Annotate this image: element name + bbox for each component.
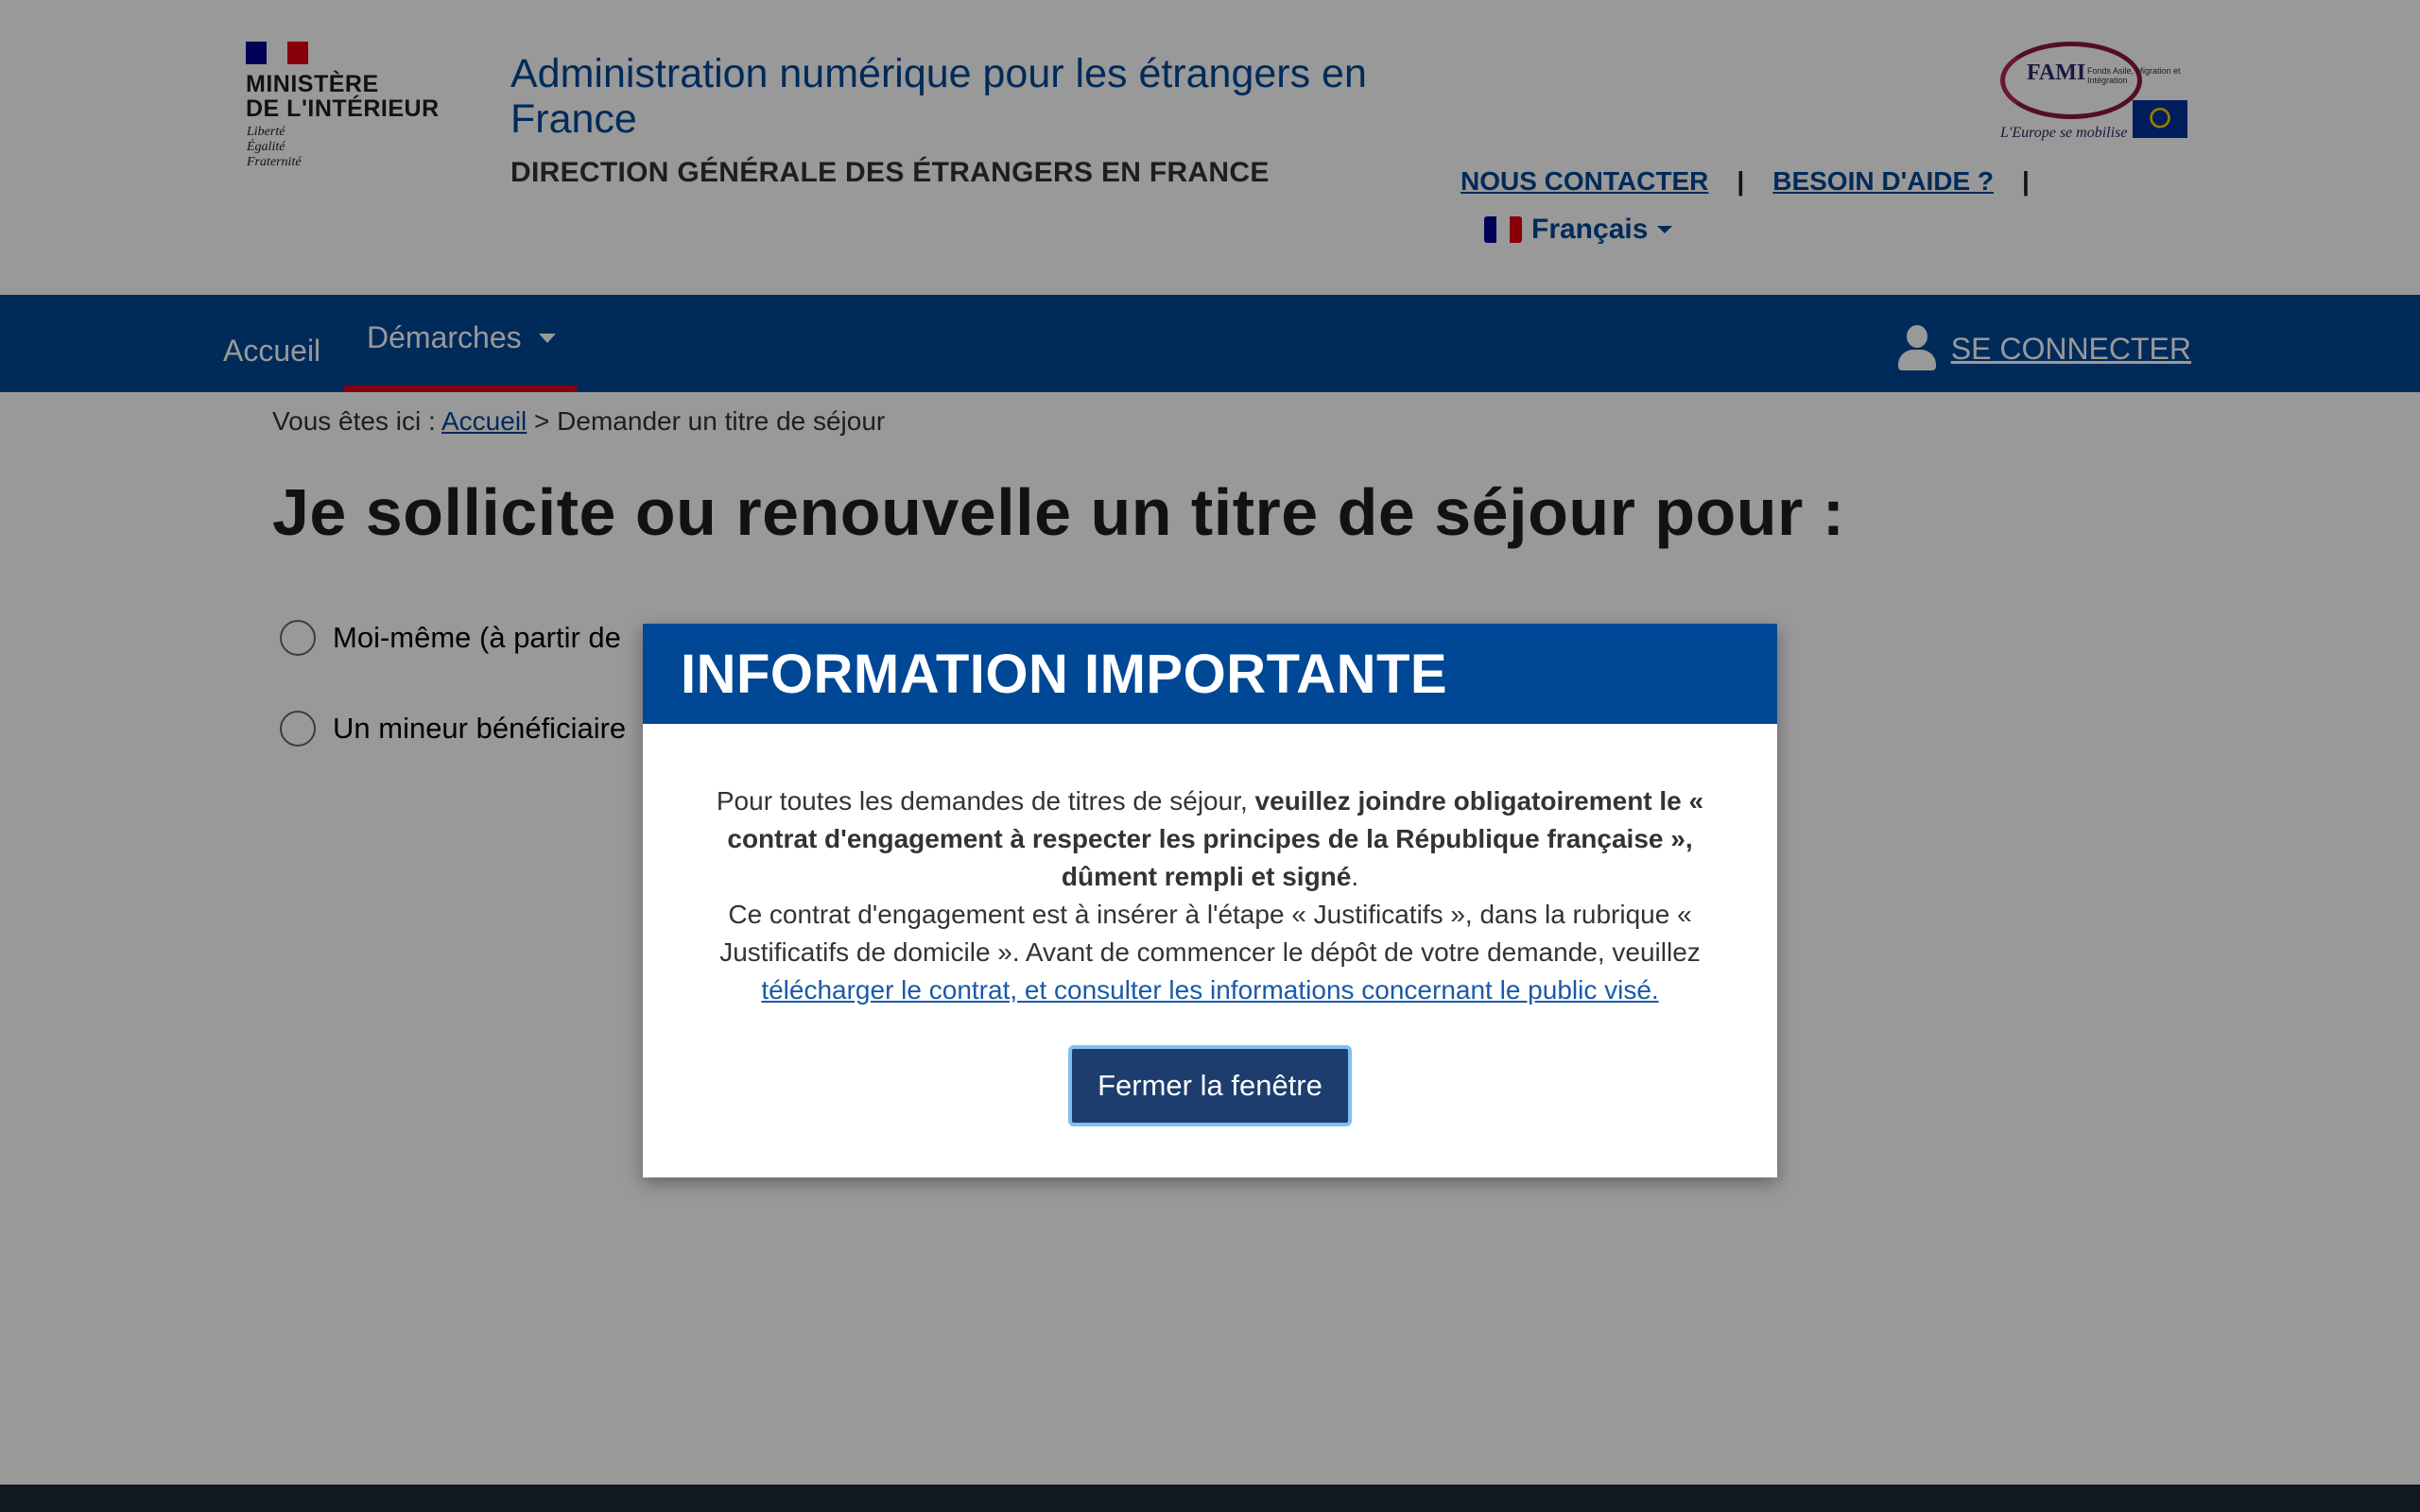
close-dialog-button[interactable]: Fermer la fenêtre: [1068, 1045, 1352, 1126]
dialog-text-end: .: [1351, 862, 1359, 891]
dialog-header: INFORMATION IMPORTANTE: [643, 624, 1777, 724]
important-info-dialog: INFORMATION IMPORTANTE Pour toutes les d…: [643, 624, 1777, 1177]
download-contract-link[interactable]: télécharger le contrat, et consulter les…: [761, 975, 1658, 1005]
dialog-text: Ce contrat d'engagement est à insérer à …: [719, 900, 1701, 967]
dialog-paragraph-2: Ce contrat d'engagement est à insérer à …: [690, 896, 1730, 1009]
dialog-body: Pour toutes les demandes de titres de sé…: [643, 724, 1777, 1126]
dialog-text: Pour toutes les demandes de titres de sé…: [716, 786, 1255, 816]
dialog-paragraph-1: Pour toutes les demandes de titres de sé…: [690, 782, 1730, 896]
dialog-title: INFORMATION IMPORTANTE: [681, 643, 1448, 705]
